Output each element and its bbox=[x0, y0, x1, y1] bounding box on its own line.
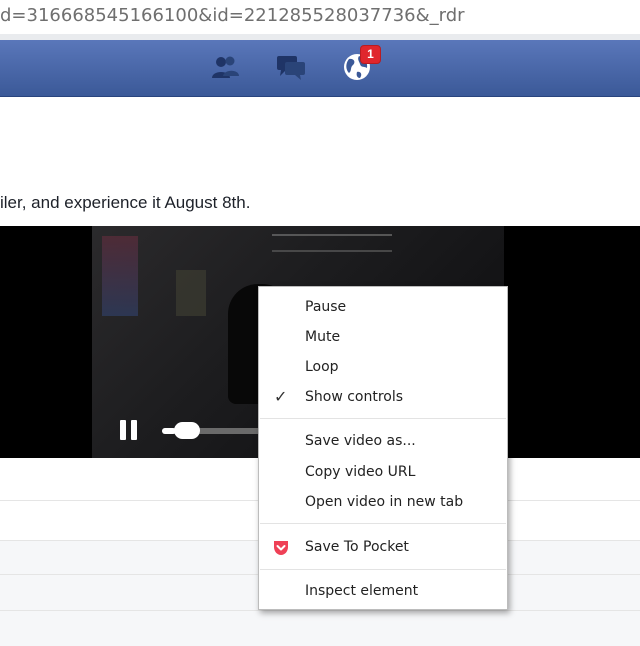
menu-item-open-video-new-tab[interactable]: Open video in new tab bbox=[260, 490, 506, 516]
menu-item-save-video-as[interactable]: Save video as... bbox=[260, 429, 506, 455]
menu-separator bbox=[260, 418, 506, 419]
post-text: iler, and experience it August 8th. bbox=[0, 193, 251, 212]
pocket-icon bbox=[272, 539, 290, 557]
checkmark-icon: ✓ bbox=[274, 389, 288, 406]
facebook-top-bar bbox=[0, 40, 640, 97]
friend-requests-icon[interactable] bbox=[208, 50, 242, 84]
menu-item-mute[interactable]: Mute bbox=[260, 325, 506, 351]
video-scene-frame bbox=[176, 270, 206, 316]
video-context-menu: Pause Mute Loop ✓ Show controls Save vid… bbox=[258, 286, 508, 610]
pause-button[interactable] bbox=[117, 417, 143, 443]
menu-item-save-to-pocket[interactable]: Save To Pocket bbox=[260, 535, 506, 561]
video-scene-poster bbox=[102, 236, 138, 316]
menu-item-inspect-element[interactable]: Inspect element bbox=[260, 579, 506, 605]
seek-thumb[interactable] bbox=[174, 422, 200, 439]
menu-item-loop[interactable]: Loop bbox=[260, 355, 506, 381]
menu-item-show-controls[interactable]: ✓ Show controls bbox=[260, 385, 506, 411]
menu-item-pause[interactable]: Pause bbox=[260, 295, 506, 321]
divider bbox=[0, 610, 640, 611]
menu-separator bbox=[260, 523, 506, 524]
menu-item-copy-video-url[interactable]: Copy video URL bbox=[260, 460, 506, 486]
messages-icon[interactable] bbox=[274, 50, 308, 84]
url-text[interactable]: d=316668545166100&id=221285528037736&_rd… bbox=[0, 5, 465, 26]
video-scene-light bbox=[272, 234, 392, 252]
menu-separator bbox=[260, 569, 506, 570]
notification-badge: 1 bbox=[360, 45, 381, 64]
address-bar[interactable]: d=316668545166100&id=221285528037736&_rd… bbox=[0, 0, 640, 35]
